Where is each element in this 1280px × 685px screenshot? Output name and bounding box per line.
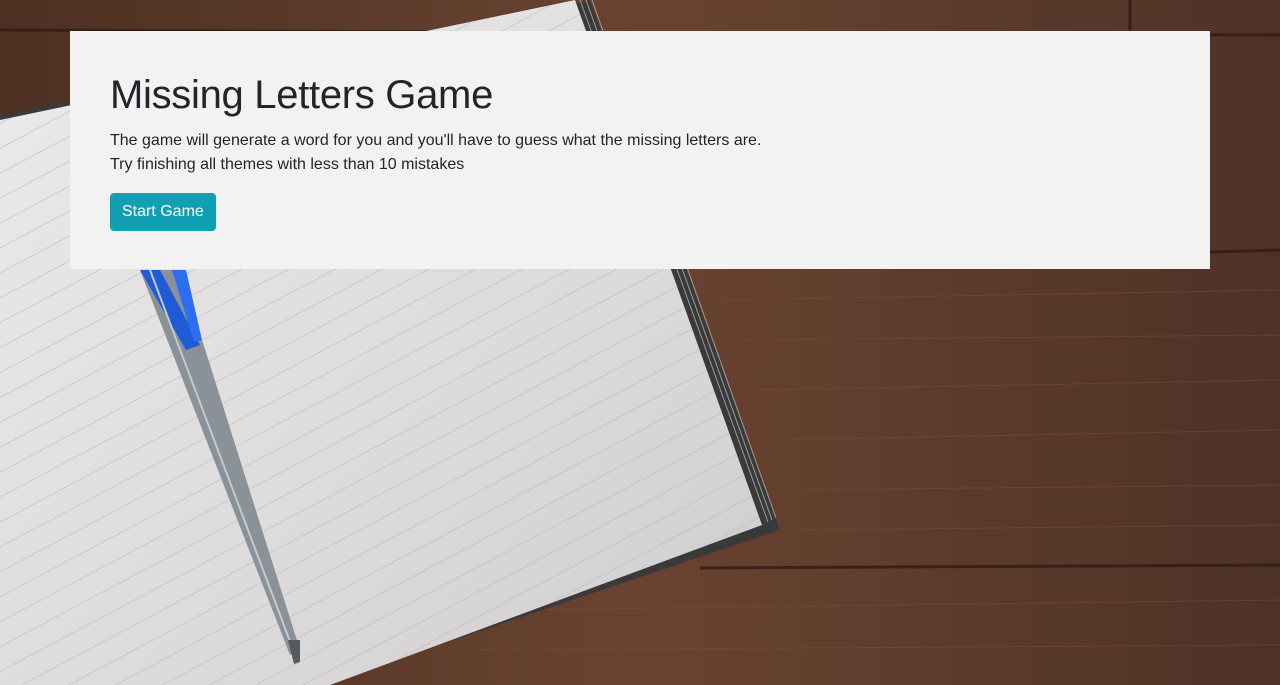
description-line: The game will generate a word for you an… (110, 132, 762, 149)
description-line: Try finishing all themes with less than … (110, 156, 465, 173)
page-title: Missing Letters Game (110, 73, 494, 117)
game-description: The game will generate a word for you an… (110, 129, 1170, 177)
game-intro-panel: Missing Letters Game The game will gener… (70, 31, 1210, 269)
page: Missing Letters Game The game will gener… (0, 0, 1280, 685)
start-game-button[interactable]: Start Game (110, 193, 216, 231)
